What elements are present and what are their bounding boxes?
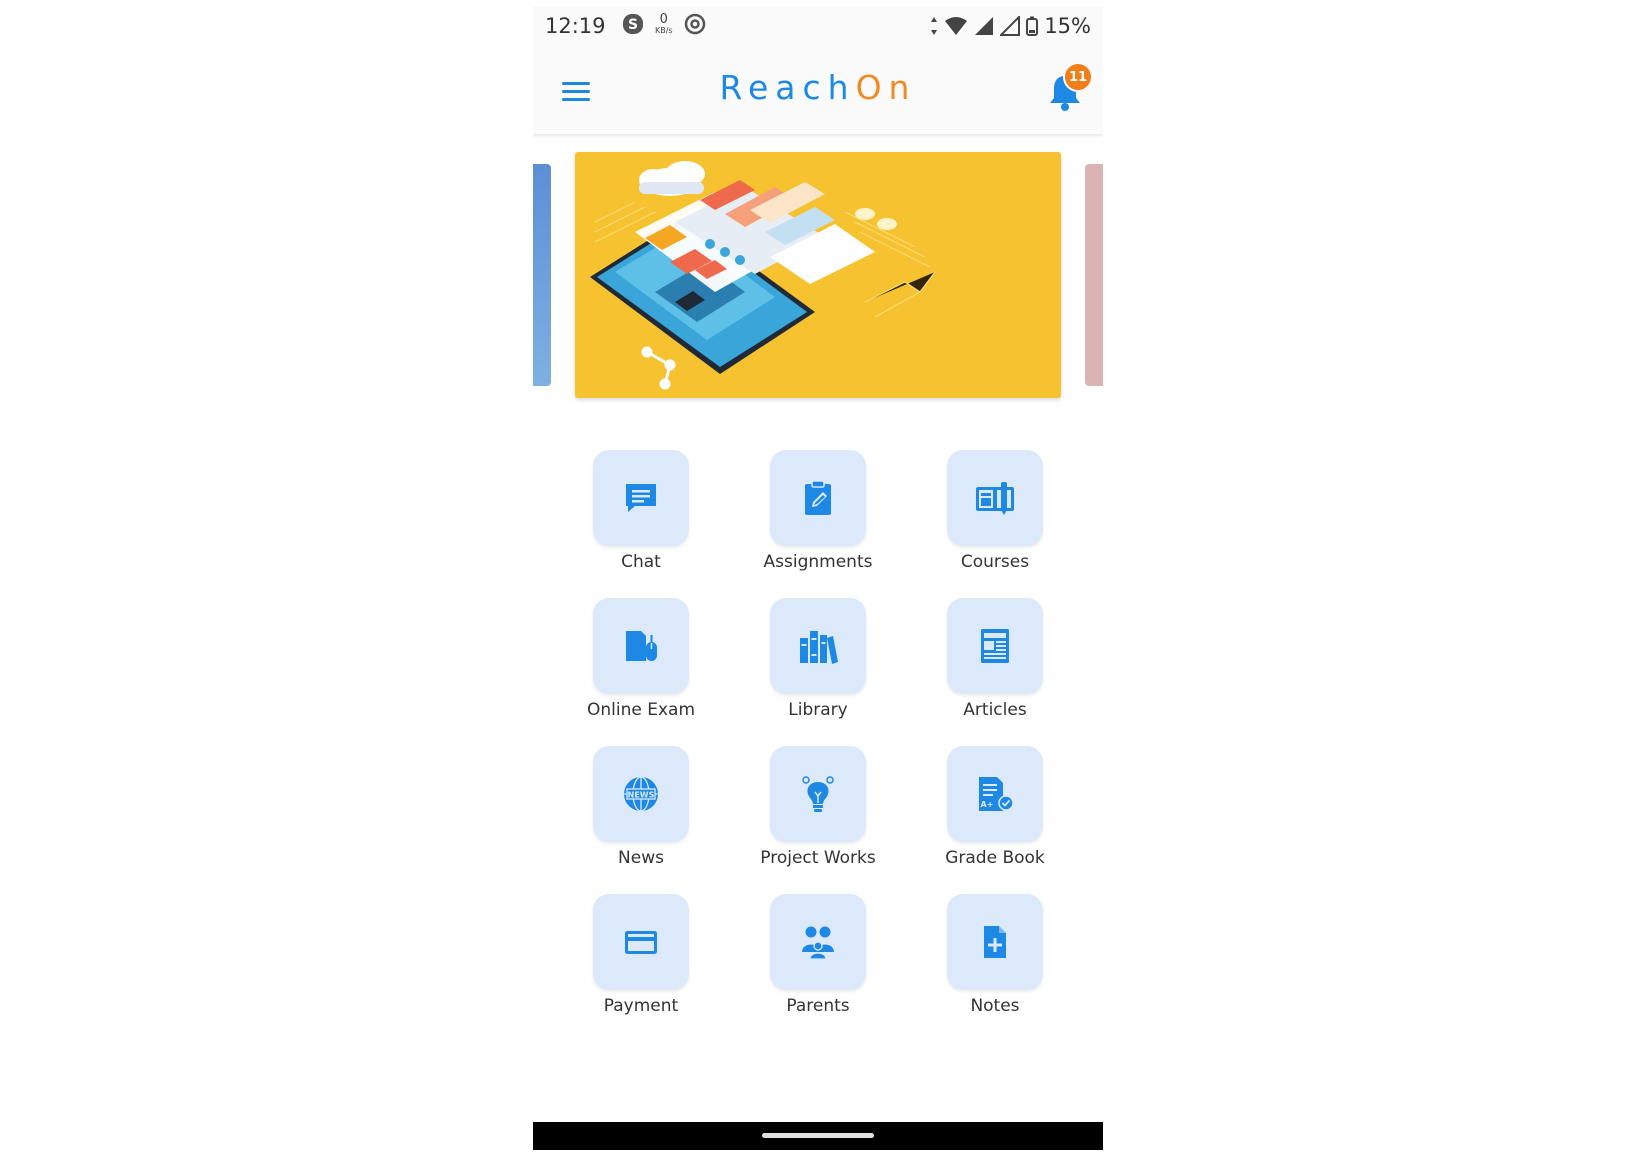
app-logo: ReachOn (533, 68, 1103, 107)
menu-item-assignments-box[interactable] (770, 450, 866, 546)
app-illustration (590, 161, 936, 390)
svg-text:A+: A+ (981, 800, 994, 809)
menu-item-assignments[interactable]: Assignments (730, 450, 906, 580)
menu-item-project-works-box[interactable] (770, 746, 866, 842)
phone-screen: 12:19 S 0 KB/s 15% ReachOn 11 Chat Assig… (533, 6, 1103, 1150)
menu-item-label: Library (788, 700, 848, 720)
banner-carousel[interactable] (533, 134, 1103, 404)
status-time: 12:19 (545, 14, 606, 38)
battery-icon (1026, 16, 1039, 36)
signal-icon (975, 17, 994, 35)
carousel-prev-slide[interactable] (533, 164, 551, 386)
menu-item-library[interactable]: Library (730, 598, 906, 728)
data-arrows-icon (931, 17, 938, 35)
app-header: ReachOn 11 (533, 48, 1103, 134)
credit-card-icon (625, 931, 657, 954)
menu-item-label: Assignments (763, 552, 873, 572)
svg-text:NEWS: NEWS (628, 791, 655, 800)
signal-empty-icon (1000, 16, 1021, 36)
menu-item-courses-box[interactable] (947, 450, 1043, 546)
menu-item-online-exam[interactable]: Online Exam (553, 598, 729, 728)
notification-count-badge: 11 (1063, 62, 1093, 92)
clipboard-edit-icon (805, 480, 831, 515)
at-sign-icon (684, 13, 705, 35)
menu-item-articles-box[interactable] (947, 598, 1043, 694)
menu-item-label: Notes (970, 996, 1020, 1016)
net-speed-indicator: 0 KB/s (655, 13, 673, 35)
menu-item-online-exam-box[interactable] (593, 598, 689, 694)
menu-item-payment[interactable]: Payment (553, 894, 729, 1024)
svg-text:S: S (628, 17, 638, 33)
home-gesture-handle[interactable] (762, 1133, 874, 1138)
menu-item-articles[interactable]: Articles (907, 598, 1083, 728)
book-pencil-icon (976, 482, 1014, 515)
menu-item-parents[interactable]: Parents (730, 894, 906, 1024)
app-logo-part1: Reach (719, 68, 856, 107)
menu-item-label: Articles (963, 700, 1027, 720)
books-icon (800, 631, 838, 664)
app-logo-part2: On (855, 68, 917, 107)
menu-item-label: Payment (603, 996, 679, 1016)
menu-item-chat-box[interactable] (593, 450, 689, 546)
parents-icon (802, 926, 834, 960)
note-add-icon (984, 926, 1006, 958)
menu-item-grade-book-box[interactable]: A+ (947, 746, 1043, 842)
menu-item-chat[interactable]: Chat (553, 450, 729, 580)
globe-news-icon: NEWS (624, 776, 658, 812)
system-navigation-bar (533, 1122, 1103, 1150)
menu-item-project-works[interactable]: Project Works (730, 746, 906, 876)
wifi-icon (945, 17, 968, 35)
net-speed-unit: KB/s (655, 26, 673, 35)
menu-item-label: Chat (621, 552, 661, 572)
net-speed-value: 0 (659, 12, 668, 27)
menu-item-news-box[interactable]: NEWS (593, 746, 689, 842)
menu-item-label: Online Exam (586, 700, 696, 720)
menu-item-courses[interactable]: Courses (907, 450, 1083, 580)
gradebook-icon: A+ (979, 777, 1014, 811)
menu-item-payment-box[interactable] (593, 894, 689, 990)
carousel-next-slide[interactable] (1085, 164, 1103, 386)
menu-item-library-box[interactable] (770, 598, 866, 694)
menu-item-news[interactable]: NEWS News (553, 746, 729, 876)
article-icon (981, 629, 1009, 663)
status-notification-icons: S 0 KB/s (621, 12, 707, 36)
chat-icon (626, 484, 656, 512)
menu-item-label: Courses (960, 552, 1030, 572)
status-system-icons: 15% (930, 14, 1091, 38)
lightbulb-icon (802, 776, 834, 812)
status-bar: 12:19 S 0 KB/s 15% (533, 6, 1103, 48)
menu-item-grade-book[interactable]: A+ Grade Book (907, 746, 1083, 876)
menu-item-label: Project Works (760, 848, 876, 868)
cloud-shape (639, 161, 705, 196)
battery-level: 15% (1044, 14, 1091, 38)
exam-mouse-icon (626, 631, 657, 661)
menu-item-label: News (618, 848, 664, 868)
carousel-current-slide[interactable] (575, 152, 1061, 398)
menu-item-notes[interactable]: Notes (907, 894, 1083, 1024)
menu-item-parents-box[interactable] (770, 894, 866, 990)
menu-item-label: Parents (786, 996, 850, 1016)
menu-item-label: Grade Book (945, 848, 1045, 868)
menu-item-notes-box[interactable] (947, 894, 1043, 990)
skype-icon: S (623, 14, 643, 34)
